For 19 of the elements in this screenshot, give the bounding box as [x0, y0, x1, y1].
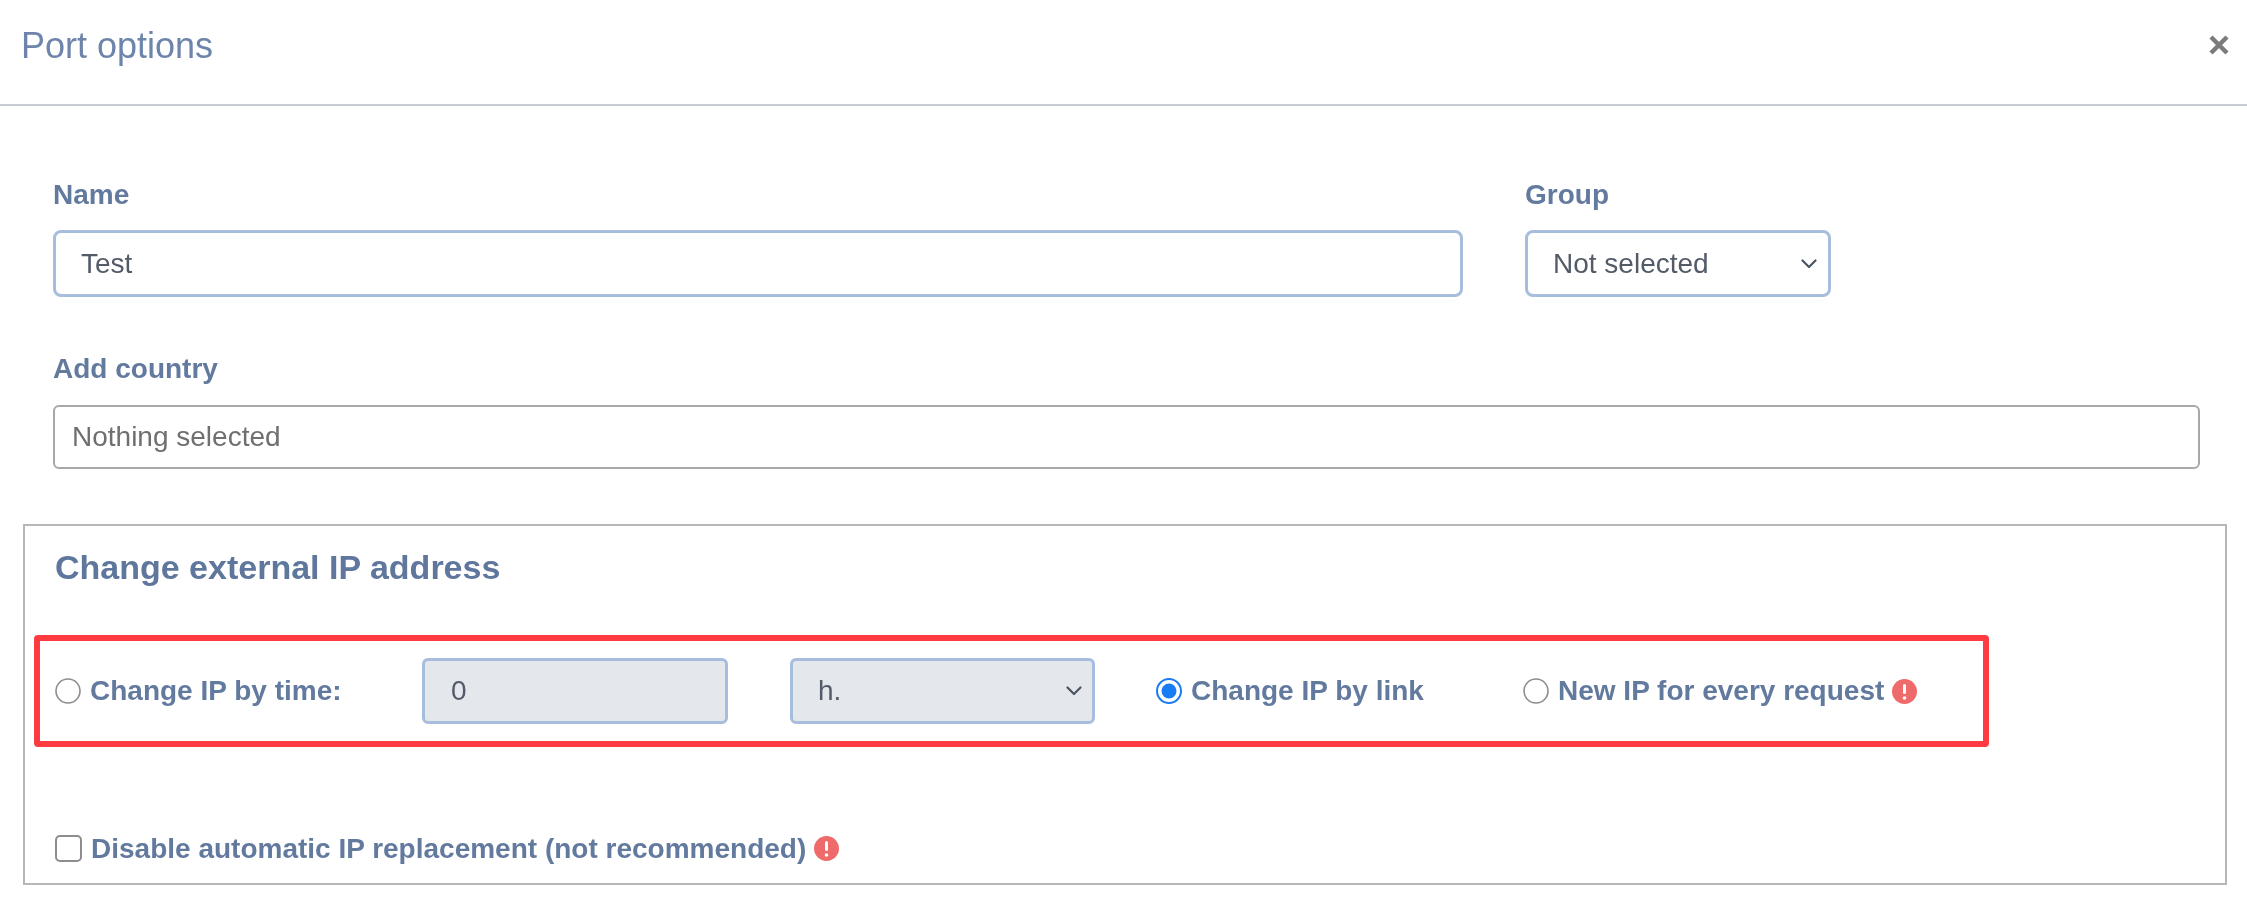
radio-button[interactable] — [55, 678, 81, 704]
checkbox-label: Disable automatic IP replacement (not recommended) — [91, 834, 807, 863]
checkbox[interactable] — [55, 835, 82, 862]
option-label: Change IP by time: — [90, 677, 342, 705]
option-label: Change IP by link — [1191, 677, 1424, 705]
chevron-icon — [1801, 258, 1817, 269]
group-select[interactable]: Not selected — [1525, 230, 1831, 297]
country-field[interactable]: Nothing selected — [53, 405, 2200, 469]
name-input[interactable]: Test — [53, 230, 1463, 297]
radio-button[interactable] — [1523, 678, 1549, 704]
option-label: New IP for every request — [1558, 677, 1885, 705]
field-label: Add country — [53, 355, 218, 383]
section-title: Change external IP address — [55, 550, 501, 584]
radio-button[interactable] — [1156, 678, 1182, 704]
close-icon[interactable] — [2208, 34, 2230, 56]
field-label: Name — [53, 181, 130, 209]
chevron-icon — [1066, 686, 1082, 696]
field-label: Group — [1525, 181, 1609, 209]
dialog-title: Port options — [21, 28, 214, 64]
